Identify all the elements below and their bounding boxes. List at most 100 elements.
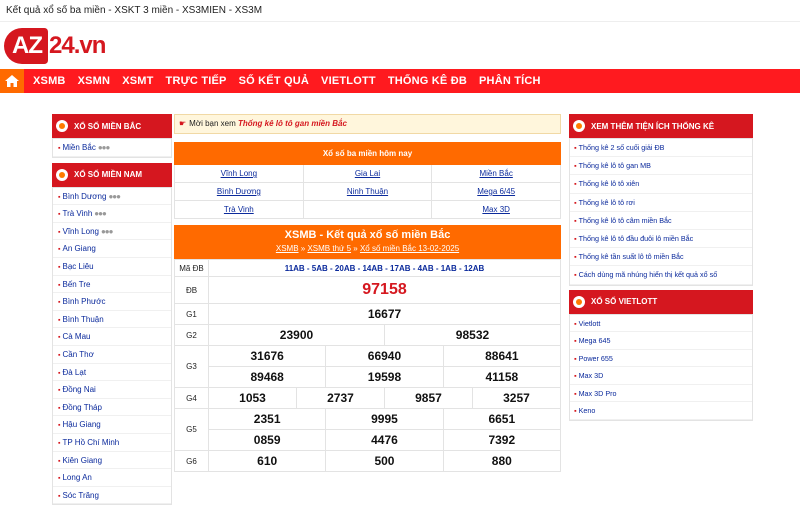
table-row: G1 16677 (174, 303, 561, 325)
nav-xsmn[interactable]: XSMN (72, 69, 117, 93)
list-item[interactable]: ▪ Keno (570, 402, 752, 421)
list-item[interactable]: ▪ Đồng Tháp (53, 399, 171, 417)
square-bullet-icon: ▪ (574, 233, 577, 243)
arrow-icon: ▪ (58, 334, 61, 342)
list-item[interactable]: ▪ Vietlott (570, 315, 752, 333)
list-item[interactable]: ▪ Thống kê lô tô gan MB (570, 157, 752, 176)
tools-title: XEM THÊM TIỆN ÍCH THỐNG KÊ (591, 121, 715, 131)
result-table: Mã ĐB 11AB - 5AB - 20AB - 14AB - 17AB - … (174, 259, 562, 472)
table-row: Mã ĐB 11AB - 5AB - 20AB - 14AB - 17AB - … (174, 259, 561, 277)
home-button[interactable] (0, 69, 24, 93)
prize-g5: 4476 (325, 429, 444, 451)
square-bullet-icon: ▪ (574, 143, 577, 152)
list-item[interactable]: ▪ Đà Lạt (53, 364, 171, 382)
item-label: TP Hồ Chí Minh (62, 437, 120, 447)
bullet-icon (573, 120, 585, 132)
square-bullet-icon: ▪ (574, 252, 577, 262)
breadcrumb-date[interactable]: Xổ số miền Bắc 13-02-2025 (360, 244, 459, 253)
arrow-icon: ▪ (58, 228, 61, 236)
province-link[interactable]: Trà Vinh (175, 201, 304, 219)
list-item[interactable]: ▪ Bạc Liêu (53, 258, 171, 276)
list-item[interactable]: ▪ Bình Phước (53, 293, 171, 311)
item-label: Cách dùng mã nhúng hiển thị kết quả xổ s… (578, 270, 718, 280)
list-item[interactable]: ▪ Thống kê lô tô câm miền Bắc (570, 212, 752, 230)
item-label: Kiên Giang (62, 455, 103, 465)
nav-thong-ke-db[interactable]: THỐNG KÊ ĐB (382, 69, 473, 93)
list-item[interactable]: ▪ Thống kê 2 số cuối giải ĐB (570, 139, 752, 158)
list-item[interactable]: ▪ An Giang (53, 240, 171, 258)
list-item[interactable]: ▪ Trà Vinh ●●● (53, 205, 171, 223)
list-item[interactable]: ▪ Bình Thuận (53, 311, 171, 329)
nav-xsmt[interactable]: XSMT (116, 69, 159, 93)
nav-so-ket-qua[interactable]: SỐ KẾT QUẢ (233, 69, 315, 93)
list-item[interactable]: ▪ Cần Thơ (53, 346, 171, 364)
list-item[interactable]: ▪ Thống kê lô tô xiên (570, 175, 752, 194)
prize-g3: 41158 (442, 366, 562, 388)
nav-xsmb[interactable]: XSMB (24, 69, 72, 93)
header: AZ 24.vn (0, 22, 800, 68)
nav-phan-tich[interactable]: PHÂN TÍCH (473, 69, 547, 93)
province-link[interactable]: Bình Dương (175, 183, 304, 201)
prize-g3: 89468 (207, 366, 327, 388)
bullet-icon (56, 168, 68, 181)
list-item[interactable]: ▪ Kiên Giang (53, 452, 171, 470)
list-item[interactable]: ▪ Thống kê lô tô đầu đuôi lô miền Bắc (570, 230, 752, 249)
nav-vietlott[interactable]: VIETLOTT (315, 69, 382, 93)
list-item[interactable]: ▪ Thống kê lô tô rơi (570, 194, 752, 212)
province-link[interactable]: Max 3D (432, 201, 561, 219)
list-item[interactable]: ▪ TP Hồ Chí Minh (53, 434, 171, 452)
site-logo[interactable]: AZ 24.vn (4, 26, 106, 66)
list-item-mien-bac[interactable]: ▪ Miền Bắc ●●● (53, 139, 171, 157)
square-bullet-icon: ▪ (574, 197, 577, 207)
list-item[interactable]: ▪ Thống kê tần suất lô tô miền Bắc (570, 248, 752, 267)
arrow-icon: ▪ (58, 145, 61, 152)
list-item[interactable]: ▪ Max 3D (570, 367, 752, 385)
list-item[interactable]: ▪ Mega 645 (570, 332, 752, 350)
item-label: Max 3D Pro (578, 388, 617, 398)
live-dots-icon: ●●● (97, 143, 110, 152)
list-item[interactable]: ▪ Đồng Nai (53, 381, 171, 399)
list-item[interactable]: ▪ Max 3D Pro (570, 385, 752, 403)
prize-g3: 88641 (442, 345, 562, 367)
list-item[interactable]: ▪ Cà Mau (53, 328, 171, 346)
list-item[interactable]: ▪ Power 655 (570, 350, 752, 368)
logo-text: 24.vn (49, 32, 106, 59)
live-dots-icon: ●●● (108, 191, 120, 201)
square-bullet-icon: ▪ (574, 161, 577, 171)
prize-label-g1: G1 (174, 303, 209, 325)
item-label: Cần Thơ (62, 349, 94, 359)
live-dots-icon: ●●● (94, 209, 106, 219)
list-item[interactable]: ▪ Vĩnh Long ●●● (53, 223, 171, 241)
breadcrumb-sep: » (353, 244, 358, 253)
nav-truc-tiep[interactable]: TRỰC TIẾP (160, 69, 233, 93)
arrow-icon: ▪ (58, 281, 61, 289)
today-box: Xổ số ba miền hôm nay Vĩnh Long Gia Lai … (174, 142, 561, 219)
list-item[interactable]: ▪ Bình Dương ●●● (53, 188, 171, 206)
south-header: XỔ SỐ MIỀN NAM (52, 162, 172, 187)
north-title: XỔ SỐ MIỀN BẮC (74, 121, 142, 131)
hand-pointer-icon: ☛ (179, 119, 187, 128)
south-list: ▪ Bình Dương ●●● ▪ Trà Vinh ●●● ▪ Vĩnh Long ●●… (52, 186, 172, 505)
list-item[interactable]: ▪ Sóc Trăng (53, 487, 171, 505)
province-link[interactable]: Gia Lai (303, 165, 433, 183)
breadcrumb-weekday[interactable]: XSMB thứ 5 (307, 244, 351, 253)
left-sidebar: XỔ SỐ MIỀN BẮC ▪ Miền Bắc ●●● XỔ SỐ MIỀN N… (52, 114, 172, 505)
ma-db-label: Mã ĐB (174, 259, 209, 277)
prize-g3: 31676 (207, 345, 327, 367)
prize-g5: 2351 (207, 408, 327, 430)
item-label: Mega 645 (578, 336, 611, 346)
province-link[interactable]: Ninh Thuận (303, 183, 433, 201)
list-item[interactable]: ▪ Bến Tre (53, 276, 171, 294)
province-link[interactable]: Miền Bắc (432, 165, 561, 183)
province-link[interactable]: Vĩnh Long (175, 165, 304, 183)
list-item[interactable]: ▪ Cách dùng mã nhúng hiển thị kết quả xổ … (570, 266, 752, 285)
notice-link[interactable]: Thống kê lô tô gan miền Bắc (238, 119, 347, 128)
vietlott-list: ▪ Vietlott ▪ Mega 645 ▪ Power 655 ▪ Max 3D ▪… (569, 313, 753, 422)
province-link[interactable]: Mega 6/45 (432, 183, 561, 201)
list-item[interactable]: ▪ Long An (53, 469, 171, 487)
list-item[interactable]: ▪ Hậu Giang (53, 416, 171, 434)
notice-prefix: Mời bạn xem (189, 119, 236, 128)
breadcrumb-xsmb[interactable]: XSMB (276, 244, 299, 253)
item-label: Long An (62, 473, 92, 483)
item-label: Thống kê tần suất lô tô miền Bắc (578, 252, 684, 262)
